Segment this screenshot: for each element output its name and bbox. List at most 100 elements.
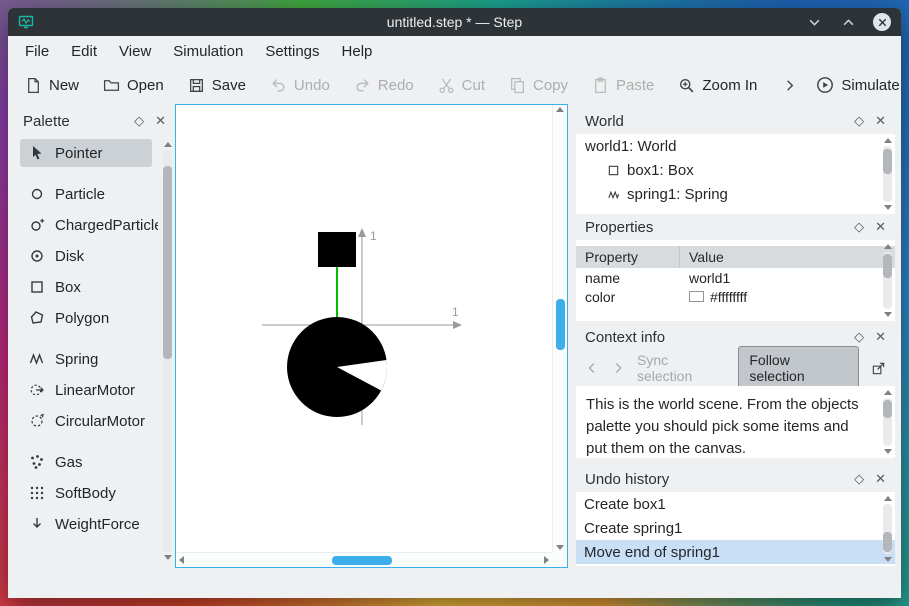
- properties-scrollbar[interactable]: [881, 242, 894, 319]
- maximize-icon[interactable]: [839, 13, 857, 31]
- world-scrollbar-track[interactable]: [883, 146, 892, 202]
- palette-item-spring[interactable]: Spring: [20, 345, 152, 373]
- undo-item-create-box1[interactable]: Create box1: [576, 492, 895, 516]
- float-panel-icon[interactable]: ◇: [854, 471, 864, 487]
- scroll-down-icon[interactable]: [163, 555, 172, 560]
- menu-view[interactable]: View: [108, 38, 162, 65]
- scroll-down-icon[interactable]: [883, 557, 892, 562]
- undo-button[interactable]: Undo: [261, 72, 339, 99]
- open-button[interactable]: Open: [94, 72, 173, 99]
- canvas-vscroll-thumb[interactable]: [555, 298, 565, 350]
- property-row-name[interactable]: name world1: [576, 268, 895, 287]
- copy-button[interactable]: Copy: [500, 72, 577, 99]
- menu-help[interactable]: Help: [331, 38, 384, 65]
- context-scrollbar[interactable]: [881, 388, 894, 456]
- undo-scrollbar-track[interactable]: [883, 504, 892, 554]
- close-panel-icon[interactable]: ✕: [155, 113, 166, 129]
- palette-item-weightforce[interactable]: WeightForce: [20, 510, 152, 538]
- palette-item-box[interactable]: Box: [20, 273, 152, 301]
- close-panel-icon[interactable]: ✕: [875, 113, 886, 129]
- back-icon[interactable]: [585, 361, 599, 375]
- palette-item-circularmotor[interactable]: CircularMotor: [20, 407, 152, 435]
- context-scrollbar-thumb[interactable]: [883, 399, 892, 419]
- palette-item-chargedparticle[interactable]: ChargedParticle: [20, 211, 158, 239]
- scroll-up-icon[interactable]: [883, 496, 892, 501]
- zoom-in-button[interactable]: Zoom In: [669, 72, 766, 99]
- scroll-right-icon[interactable]: [544, 556, 549, 564]
- undo-item-create-spring1[interactable]: Create spring1: [576, 516, 895, 540]
- palette-scrollbar-track[interactable]: [163, 150, 172, 552]
- close-panel-icon[interactable]: ✕: [875, 471, 886, 487]
- scroll-up-icon[interactable]: [883, 138, 892, 143]
- palette-item-pointer[interactable]: Pointer: [20, 139, 152, 167]
- scroll-up-icon[interactable]: [556, 107, 564, 112]
- context-scrollbar-track[interactable]: [883, 398, 892, 446]
- palette-item-polygon[interactable]: Polygon: [20, 304, 152, 332]
- palette-item-particle[interactable]: Particle: [20, 180, 152, 208]
- sync-selection-button[interactable]: Sync selection: [637, 352, 726, 384]
- undo-scrollbar-thumb[interactable]: [883, 531, 892, 552]
- palette-item-disk[interactable]: Disk: [20, 242, 152, 270]
- menu-simulation[interactable]: Simulation: [162, 38, 254, 65]
- column-property[interactable]: Property: [576, 246, 680, 268]
- canvas-horizontal-scrollbar[interactable]: [176, 552, 552, 567]
- window-controls: [805, 13, 891, 31]
- column-value[interactable]: Value: [680, 249, 724, 265]
- close-panel-icon[interactable]: ✕: [875, 219, 886, 235]
- paste-button[interactable]: Paste: [583, 72, 663, 99]
- tree-item-world1[interactable]: world1: World: [576, 134, 895, 158]
- canvas-vscroll-track[interactable]: [555, 115, 565, 542]
- scroll-down-icon[interactable]: [883, 449, 892, 454]
- box1-object[interactable]: [318, 232, 356, 267]
- scroll-up-icon[interactable]: [883, 390, 892, 395]
- menubar: File Edit View Simulation Settings Help: [8, 36, 901, 66]
- properties-scrollbar-thumb[interactable]: [883, 253, 892, 278]
- canvas-hscroll-thumb[interactable]: [332, 555, 393, 565]
- palette-item-linearmotor[interactable]: LinearMotor: [20, 376, 152, 404]
- scroll-up-icon[interactable]: [883, 244, 892, 249]
- float-panel-icon[interactable]: ◇: [854, 329, 864, 345]
- save-button[interactable]: Save: [179, 72, 255, 99]
- float-panel-icon[interactable]: ◇: [854, 219, 864, 235]
- scroll-up-icon[interactable]: [163, 142, 172, 147]
- toolbar-overflow-button[interactable]: [778, 73, 801, 98]
- open-in-browser-icon[interactable]: [871, 361, 886, 376]
- disk1-object[interactable]: [287, 317, 387, 417]
- float-panel-icon[interactable]: ◇: [134, 113, 144, 129]
- simulate-button[interactable]: Simulate: [807, 71, 901, 99]
- menu-settings[interactable]: Settings: [254, 38, 330, 65]
- palette-scrollbar[interactable]: [161, 140, 174, 562]
- new-button[interactable]: New: [16, 72, 88, 99]
- properties-scrollbar-track[interactable]: [883, 252, 892, 309]
- minimize-icon[interactable]: [805, 13, 823, 31]
- palette-item-gas[interactable]: Gas: [20, 448, 152, 476]
- follow-selection-button[interactable]: Follow selection: [738, 346, 859, 390]
- palette-scrollbar-thumb[interactable]: [163, 166, 172, 360]
- cut-button[interactable]: Cut: [429, 72, 494, 99]
- world-scrollbar-thumb[interactable]: [883, 148, 892, 174]
- world-canvas[interactable]: 1 1: [175, 104, 568, 568]
- undo-item-move-end-of-spring1[interactable]: Move end of spring1: [576, 540, 895, 564]
- close-icon[interactable]: [873, 13, 891, 31]
- undo-scrollbar[interactable]: [881, 494, 894, 564]
- property-row-color[interactable]: color #ffffffff: [576, 287, 895, 306]
- world-scrollbar[interactable]: [881, 136, 894, 212]
- tree-item-box1[interactable]: box1: Box: [576, 158, 895, 182]
- scroll-down-icon[interactable]: [883, 205, 892, 210]
- menu-file[interactable]: File: [14, 38, 60, 65]
- undo-icon: [272, 78, 285, 92]
- forward-icon[interactable]: [611, 361, 625, 375]
- scroll-left-icon[interactable]: [179, 556, 184, 564]
- float-panel-icon[interactable]: ◇: [854, 113, 864, 129]
- context-info-panel: Context info ◇ ✕ Sync selection Follow s…: [576, 324, 895, 458]
- canvas-vertical-scrollbar[interactable]: [552, 105, 567, 552]
- redo-button[interactable]: Redo: [345, 72, 423, 99]
- scroll-down-icon[interactable]: [556, 545, 564, 550]
- canvas-hscroll-track[interactable]: [187, 555, 541, 565]
- close-panel-icon[interactable]: ✕: [875, 329, 886, 345]
- palette-item-softbody[interactable]: SoftBody: [20, 479, 152, 507]
- tree-item-spring1[interactable]: spring1: Spring: [576, 182, 895, 206]
- titlebar[interactable]: untitled.step * — Step: [8, 8, 901, 36]
- scroll-down-icon[interactable]: [883, 312, 892, 317]
- menu-edit[interactable]: Edit: [60, 38, 108, 65]
